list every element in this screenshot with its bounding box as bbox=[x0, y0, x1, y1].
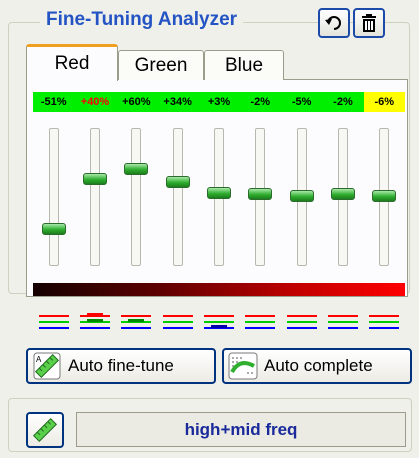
band-percent-label: -5% bbox=[280, 92, 323, 112]
indicator-line-g bbox=[162, 321, 193, 323]
band-slider[interactable] bbox=[201, 124, 238, 270]
auto-complete-icon bbox=[228, 352, 258, 380]
undo-icon bbox=[325, 16, 341, 30]
auto-fine-tune-label: Auto fine-tune bbox=[68, 356, 174, 375]
indicator-marker bbox=[211, 325, 227, 328]
band-slider[interactable] bbox=[325, 124, 362, 270]
indicator-line-g bbox=[204, 321, 234, 323]
band-percent-label: +60% bbox=[115, 92, 157, 112]
slider-track bbox=[172, 128, 183, 266]
slider-thumb[interactable] bbox=[331, 188, 355, 201]
band-percent-label: +40% bbox=[74, 92, 116, 112]
indicator-marker bbox=[87, 319, 103, 322]
indicator-line-r bbox=[38, 315, 69, 317]
ruler-icon: A bbox=[32, 352, 62, 380]
slider-thumb[interactable] bbox=[124, 163, 149, 176]
rgb-indicator bbox=[121, 310, 152, 332]
indicator-line-b bbox=[38, 327, 69, 329]
indicator-line-r bbox=[286, 315, 317, 317]
band-slider[interactable] bbox=[366, 124, 403, 270]
band-slider[interactable] bbox=[118, 124, 155, 270]
rgb-indicators bbox=[33, 310, 405, 332]
band-percent-label: -2% bbox=[322, 92, 364, 112]
trash-icon bbox=[362, 14, 376, 32]
indicator-line-b bbox=[162, 327, 193, 329]
indicator-line-b bbox=[328, 327, 358, 329]
indicator-line-b bbox=[121, 327, 152, 329]
slider-thumb[interactable] bbox=[165, 175, 190, 188]
auto-complete-label: Auto complete bbox=[264, 356, 373, 375]
indicator-line-g bbox=[245, 321, 276, 323]
slider-thumb[interactable] bbox=[372, 189, 397, 202]
slider-thumb[interactable] bbox=[41, 222, 66, 235]
slider-track bbox=[48, 128, 59, 266]
ruler-button[interactable] bbox=[26, 412, 64, 448]
indicator-line-b bbox=[80, 327, 110, 329]
indicator-line-g bbox=[369, 321, 400, 323]
indicator-line-r bbox=[369, 315, 400, 317]
band-slider[interactable] bbox=[35, 124, 72, 270]
rgb-indicator bbox=[328, 310, 358, 332]
slider-thumb[interactable] bbox=[207, 186, 231, 199]
indicator-line-b bbox=[286, 327, 317, 329]
rgb-indicator bbox=[286, 310, 317, 332]
rgb-indicator bbox=[369, 310, 400, 332]
indicator-marker bbox=[128, 319, 145, 322]
band-slider[interactable] bbox=[77, 124, 114, 270]
rgb-indicator bbox=[80, 310, 110, 332]
rgb-indicator bbox=[38, 310, 69, 332]
band-percent-label: -2% bbox=[239, 92, 281, 112]
indicator-line-g bbox=[286, 321, 317, 323]
auto-complete-button[interactable]: Auto complete bbox=[222, 348, 412, 384]
band-percent-label: -51% bbox=[33, 92, 75, 112]
color-gradient-bar bbox=[33, 283, 405, 296]
band-percent-label: -6% bbox=[363, 92, 405, 112]
slider-thumb[interactable] bbox=[248, 188, 273, 201]
indicator-line-b bbox=[245, 327, 276, 329]
band-slider[interactable] bbox=[283, 124, 320, 270]
indicator-line-g bbox=[328, 321, 358, 323]
status-text: high+mid freq bbox=[76, 412, 406, 447]
band-slider[interactable] bbox=[159, 124, 196, 270]
indicator-line-r bbox=[245, 315, 276, 317]
tab-green[interactable]: Green bbox=[118, 50, 204, 80]
tab-red[interactable]: Red bbox=[26, 44, 118, 81]
tab-blue[interactable]: Blue bbox=[204, 50, 284, 80]
band-sliders bbox=[33, 124, 405, 270]
band-percent-strip: -51% +40% +60% +34% +3% -2% -5% -2% -6% bbox=[33, 92, 405, 112]
svg-text:A: A bbox=[36, 355, 42, 364]
undo-button[interactable] bbox=[318, 8, 350, 38]
slider-track bbox=[90, 128, 100, 266]
rgb-indicator bbox=[204, 310, 234, 332]
ruler-icon bbox=[32, 417, 58, 443]
indicator-line-r bbox=[328, 315, 358, 317]
indicator-line-r bbox=[204, 315, 234, 317]
rgb-indicator bbox=[245, 310, 276, 332]
auto-fine-tune-button[interactable]: A Auto fine-tune bbox=[26, 348, 216, 384]
indicator-line-b bbox=[369, 327, 400, 329]
slider-track bbox=[131, 128, 142, 266]
indicator-line-r bbox=[121, 315, 152, 317]
band-percent-label: +3% bbox=[198, 92, 240, 112]
band-percent-label: +34% bbox=[156, 92, 199, 112]
panel-title: Fine-Tuning Analyzer bbox=[40, 8, 244, 32]
indicator-line-g bbox=[38, 321, 69, 323]
rgb-indicator bbox=[162, 310, 193, 332]
band-slider[interactable] bbox=[242, 124, 279, 270]
indicator-line-r bbox=[162, 315, 193, 317]
fine-tuning-panel: Fine-Tuning Analyzer Red Green Blue -51%… bbox=[0, 0, 419, 458]
indicator-marker bbox=[87, 313, 103, 316]
delete-button[interactable] bbox=[353, 8, 385, 38]
slider-thumb[interactable] bbox=[83, 173, 107, 186]
slider-thumb[interactable] bbox=[289, 189, 314, 202]
